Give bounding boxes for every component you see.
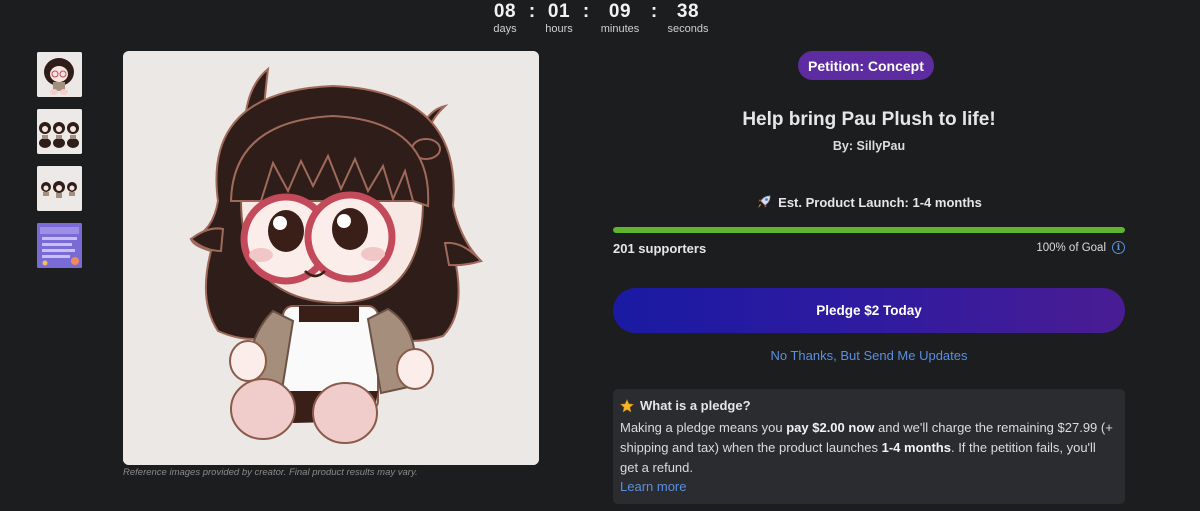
pledge-info-text: Making a pledge means you pay $2.00 now … xyxy=(620,418,1117,478)
countdown-minutes: 09 minutes xyxy=(595,2,645,36)
hours-value: 01 xyxy=(547,1,571,22)
progress-fill xyxy=(613,227,1125,233)
progress-bar xyxy=(613,227,1125,233)
launch-text: Est. Product Launch: 1-4 months xyxy=(778,194,982,210)
countdown-seconds: 38 seconds xyxy=(663,2,713,36)
petition-badge: Petition: Concept xyxy=(798,51,934,80)
countdown-separator: : xyxy=(582,1,590,22)
minutes-value: 09 xyxy=(608,1,632,22)
countdown-timer: 08 days : 01 hours : 09 minutes : 38 sec… xyxy=(0,2,1200,36)
countdown-separator: : xyxy=(650,1,658,22)
seconds-label: seconds xyxy=(667,23,709,35)
creator-byline: By: SillyPau xyxy=(832,139,906,153)
star-icon xyxy=(620,398,634,413)
supporters-count: 201 supporters xyxy=(613,241,707,256)
thumbnail-4[interactable] xyxy=(37,223,82,268)
goal-status: 100% of Goal i xyxy=(1036,241,1125,254)
days-label: days xyxy=(493,23,517,35)
product-image xyxy=(123,51,539,465)
pledge-launch-time: 1-4 months xyxy=(881,440,951,455)
seconds-value: 38 xyxy=(676,1,700,22)
rocket-icon xyxy=(756,194,772,210)
thumbnail-2[interactable] xyxy=(37,109,82,154)
pledge-text-part: Making a pledge means you xyxy=(620,420,787,435)
countdown-days: 08 days xyxy=(487,2,523,36)
plush-illustration xyxy=(123,51,539,465)
thumbnail-3[interactable] xyxy=(37,166,82,211)
no-thanks-link[interactable]: No Thanks, But Send Me Updates xyxy=(613,348,1125,363)
pledge-amount-now: pay $2.00 now xyxy=(786,420,875,435)
hours-label: hours xyxy=(545,23,573,35)
info-icon[interactable]: i xyxy=(1112,241,1125,254)
thumbnail-1[interactable] xyxy=(37,52,82,97)
page-title: Help bring Pau Plush to life! xyxy=(742,109,996,130)
days-value: 08 xyxy=(493,1,517,22)
image-caption: Reference images provided by creator. Fi… xyxy=(123,467,418,478)
launch-estimate: Est. Product Launch: 1-4 months xyxy=(613,194,1125,210)
pledge-info-heading: What is a pledge? xyxy=(620,398,1117,413)
minutes-label: minutes xyxy=(600,23,640,35)
countdown-hours: 01 hours xyxy=(541,2,577,36)
pledge-info-title: What is a pledge? xyxy=(640,398,751,413)
thumbnail-list xyxy=(37,52,82,268)
pledge-button[interactable]: Pledge $2 Today xyxy=(613,288,1125,333)
countdown-separator: : xyxy=(528,1,536,22)
pledge-info-box: What is a pledge? Making a pledge means … xyxy=(613,389,1125,504)
goal-text: 100% of Goal xyxy=(1036,241,1106,254)
learn-more-link[interactable]: Learn more xyxy=(620,479,686,494)
